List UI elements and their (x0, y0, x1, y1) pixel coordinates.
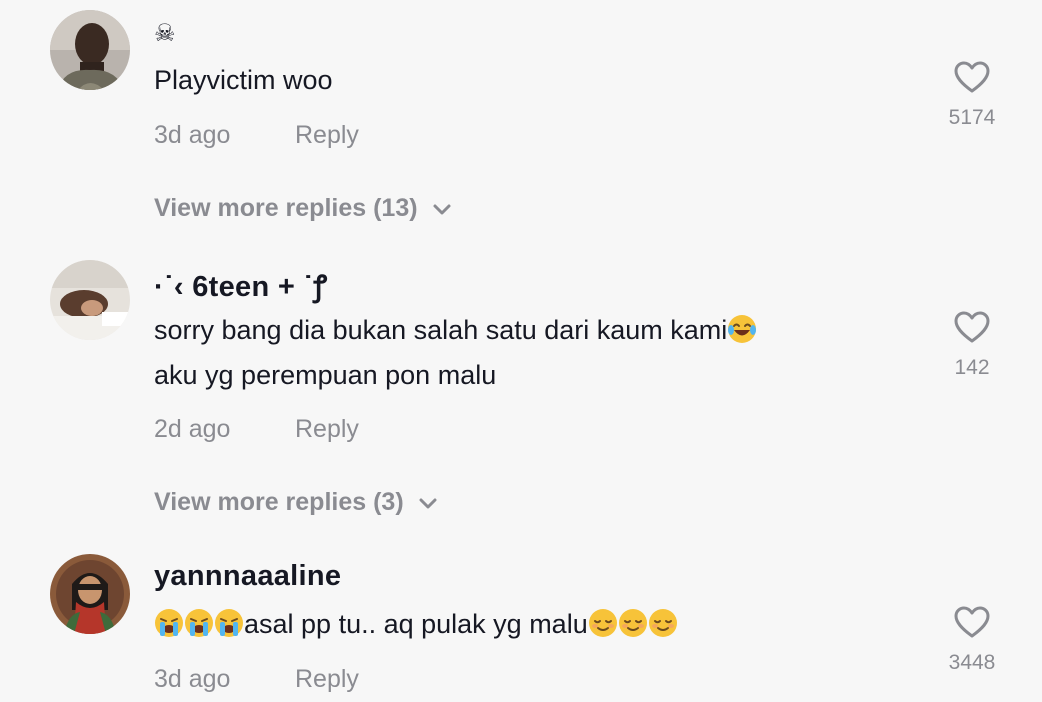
relieved-face-icon (648, 609, 677, 637)
reply-button[interactable]: Reply (295, 415, 359, 444)
like-button[interactable]: 142 (938, 310, 1006, 380)
comment-text-line: aku yg perempuan pon malu (154, 360, 497, 390)
like-button[interactable]: 3448 (938, 605, 1006, 675)
view-more-label: View more replies (3) (154, 488, 404, 516)
avatar[interactable] (50, 10, 130, 90)
like-count: 3448 (948, 651, 996, 674)
loudly-crying-face-icon (155, 609, 183, 637)
face-with-tears-of-joy-icon (728, 315, 757, 343)
comment-time: 3d ago (154, 665, 231, 693)
heart-outline-icon (954, 311, 990, 343)
chevron-down-icon (432, 195, 452, 224)
view-more-label: View more replies (13) (154, 194, 418, 222)
comment-text: asal pp tu.. aq pulak yg malu (154, 602, 678, 647)
like-button[interactable]: 5174 (938, 60, 1006, 130)
view-more-replies-button[interactable]: View more replies (3) (154, 488, 438, 518)
avatar[interactable] (50, 260, 130, 340)
comment-meta: 2d ago Reply (154, 415, 359, 444)
reply-button[interactable]: Reply (295, 665, 359, 694)
like-count: 142 (954, 356, 990, 379)
like-count: 5174 (948, 106, 996, 129)
reply-button[interactable]: Reply (295, 121, 359, 150)
comment-text: Playvictim woo (154, 58, 333, 103)
avatar[interactable] (50, 554, 130, 634)
heart-outline-icon (954, 61, 990, 93)
comment-text-line: asal pp tu.. aq pulak yg malu (154, 602, 678, 647)
comment-meta: 3d ago Reply (154, 121, 359, 150)
view-more-replies-button[interactable]: View more replies (13) (154, 194, 452, 224)
comment-time: 2d ago (154, 415, 231, 443)
comment-text-line: Playvictim woo (154, 65, 333, 95)
heart-outline-icon (954, 606, 990, 638)
chevron-down-icon (418, 489, 438, 518)
username[interactable]: yannnaaaline (154, 560, 341, 593)
username[interactable]: ·˙‹ 6teen + ˙ꝭ (154, 266, 327, 305)
comment-meta: 3d ago Reply (154, 665, 359, 694)
loudly-crying-face-icon (215, 609, 243, 637)
username[interactable]: ☠ (154, 19, 176, 48)
relieved-face-icon (618, 609, 647, 637)
comment-time: 3d ago (154, 121, 231, 149)
comment-text-line: sorry bang dia bukan salah satu dari kau… (154, 308, 757, 353)
loudly-crying-face-icon (185, 609, 213, 637)
relieved-face-icon (588, 609, 617, 637)
comment-text: sorry bang dia bukan salah satu dari kau… (154, 308, 757, 398)
